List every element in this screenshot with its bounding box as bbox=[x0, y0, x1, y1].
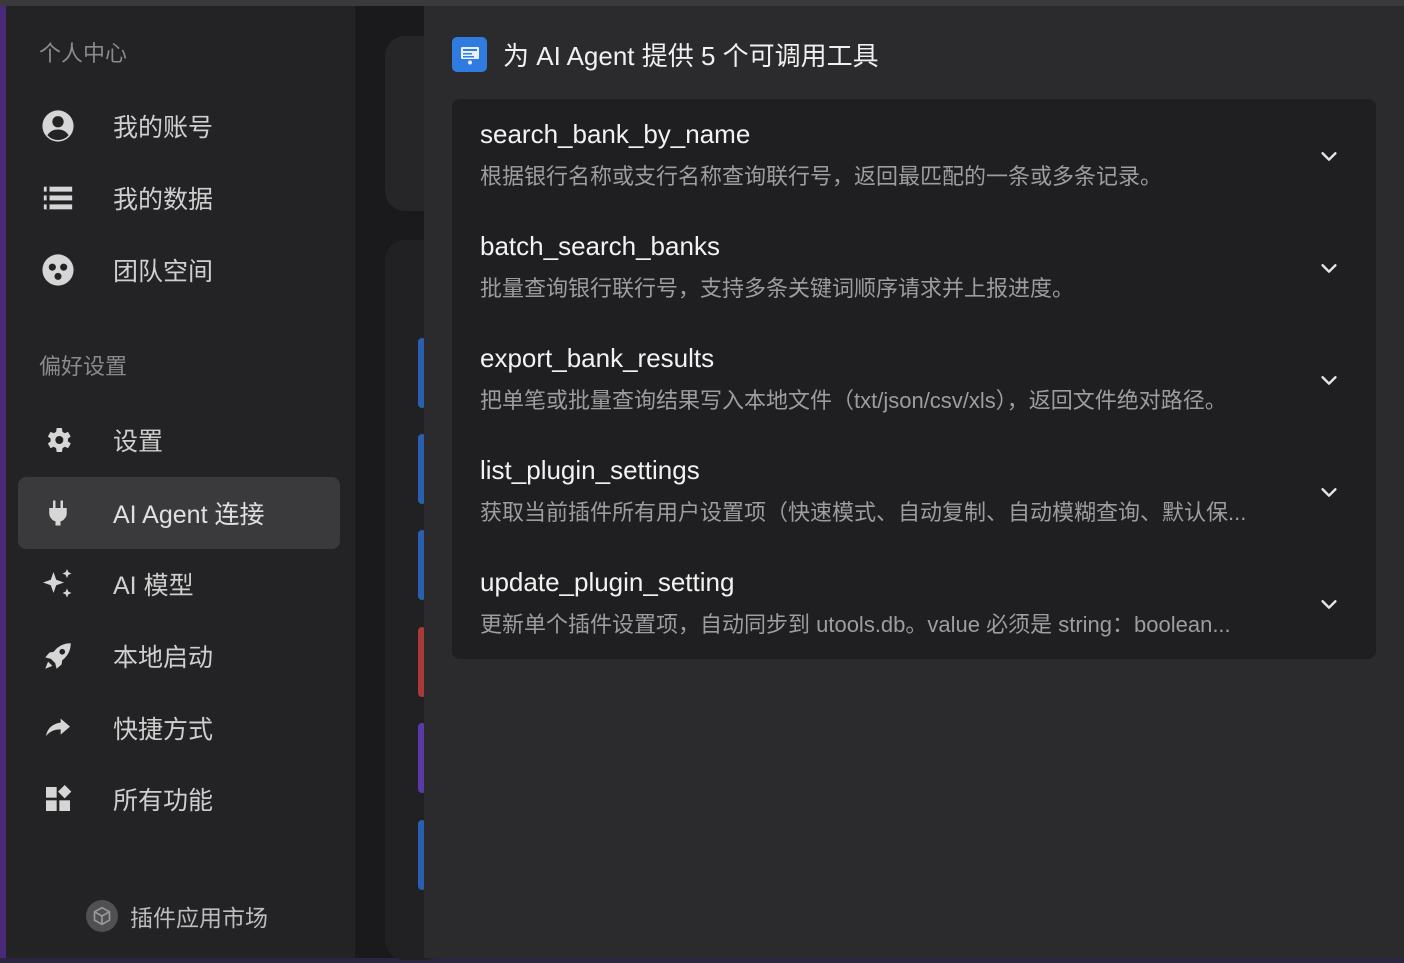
tool-name: export_bank_results bbox=[480, 343, 715, 373]
sidebar-item-all-features[interactable]: 所有功能 bbox=[18, 763, 340, 835]
sidebar-item-label: 设置 bbox=[113, 428, 164, 456]
sidebar-item-label: 本地启动 bbox=[113, 644, 214, 672]
chevron-down-icon[interactable] bbox=[1316, 591, 1342, 617]
tools-panel: 为 AI Agent 提供 5 个可调用工具 search_bank_by_na… bbox=[424, 6, 1404, 958]
sidebar-item-ai-agent[interactable]: AI Agent 连接 bbox=[18, 477, 340, 549]
tool-name: batch_search_banks bbox=[480, 231, 720, 261]
desktop-bottom-edge bbox=[0, 958, 1404, 963]
tool-name: update_plugin_setting bbox=[480, 567, 735, 597]
chevron-down-icon[interactable] bbox=[1316, 255, 1342, 281]
plug-icon bbox=[40, 495, 76, 531]
tool-item[interactable]: search_bank_by_name 根据银行名称或支行名称查询联行号，返回最… bbox=[452, 99, 1376, 211]
widgets-icon bbox=[40, 781, 76, 817]
app-logo-icon bbox=[452, 37, 487, 72]
account-circle-icon bbox=[40, 108, 76, 144]
sidebar-item-settings[interactable]: 设置 bbox=[18, 404, 340, 476]
sidebar-item-account[interactable]: 我的账号 bbox=[18, 90, 340, 162]
sidebar-item-label: 我的账号 bbox=[113, 114, 214, 142]
chevron-down-icon[interactable] bbox=[1316, 143, 1342, 169]
tool-description: 根据银行名称或支行名称查询联行号，返回最匹配的一条或多条记录。 bbox=[480, 164, 1163, 189]
section-title-personal: 个人中心 bbox=[39, 41, 128, 66]
sidebar-item-data[interactable]: 我的数据 bbox=[18, 162, 340, 234]
tool-name: search_bank_by_name bbox=[480, 119, 751, 149]
tool-description: 批量查询银行联行号，支持多条关键词顺序请求并上报进度。 bbox=[480, 276, 1075, 301]
sidebar-item-label: 团队空间 bbox=[113, 258, 214, 286]
section-title-preferences: 偏好设置 bbox=[39, 354, 128, 379]
tool-item[interactable]: batch_search_banks 批量查询银行联行号，支持多条关键词顺序请求… bbox=[452, 211, 1376, 323]
tool-description: 更新单个插件设置项，自动同步到 utools.db。value 必须是 stri… bbox=[480, 612, 1231, 637]
share-arrow-icon bbox=[40, 710, 76, 746]
market-cube-icon bbox=[86, 900, 118, 932]
chevron-down-icon[interactable] bbox=[1316, 367, 1342, 393]
sidebar-item-label: 我的数据 bbox=[113, 186, 214, 214]
sidebar-item-ai-model[interactable]: AI 模型 bbox=[18, 548, 340, 620]
sidebar-item-team[interactable]: 团队空间 bbox=[18, 234, 340, 306]
plugin-market-link[interactable]: 插件应用市场 bbox=[86, 899, 268, 933]
panel-title: 为 AI Agent 提供 5 个可调用工具 bbox=[503, 41, 879, 71]
sidebar-item-label: AI 模型 bbox=[113, 572, 194, 600]
tool-description: 把单笔或批量查询结果写入本地文件（txt/json/csv/xls），返回文件绝… bbox=[480, 388, 1227, 413]
tool-list: search_bank_by_name 根据银行名称或支行名称查询联行号，返回最… bbox=[452, 99, 1376, 659]
panel-header: 为 AI Agent 提供 5 个可调用工具 bbox=[452, 36, 879, 73]
sidebar-item-label: 快捷方式 bbox=[113, 716, 214, 744]
tool-item[interactable]: list_plugin_settings 获取当前插件所有用户设置项（快速模式、… bbox=[452, 435, 1376, 547]
data-list-icon bbox=[40, 180, 76, 216]
tool-name: list_plugin_settings bbox=[480, 455, 700, 485]
team-icon bbox=[40, 252, 76, 288]
sparkle-icon bbox=[40, 566, 76, 602]
sidebar-item-shortcuts[interactable]: 快捷方式 bbox=[18, 692, 340, 764]
chevron-down-icon[interactable] bbox=[1316, 479, 1342, 505]
sidebar-item-label: AI Agent 连接 bbox=[113, 501, 265, 529]
tool-description: 获取当前插件所有用户设置项（快速模式、自动复制、自动模糊查询、默认保... bbox=[480, 500, 1247, 525]
sidebar-item-label: 所有功能 bbox=[113, 787, 214, 815]
tool-item[interactable]: export_bank_results 把单笔或批量查询结果写入本地文件（txt… bbox=[452, 323, 1376, 435]
tool-item[interactable]: update_plugin_setting 更新单个插件设置项，自动同步到 ut… bbox=[452, 547, 1376, 659]
gear-icon bbox=[40, 422, 76, 458]
rocket-icon bbox=[40, 638, 76, 674]
sidebar: 个人中心 我的账号 我的数据 团队空间 偏好设置 设置 AI Agent 连接 bbox=[6, 6, 355, 958]
plugin-market-label: 插件应用市场 bbox=[130, 905, 268, 931]
sidebar-item-local-launch[interactable]: 本地启动 bbox=[18, 620, 340, 692]
